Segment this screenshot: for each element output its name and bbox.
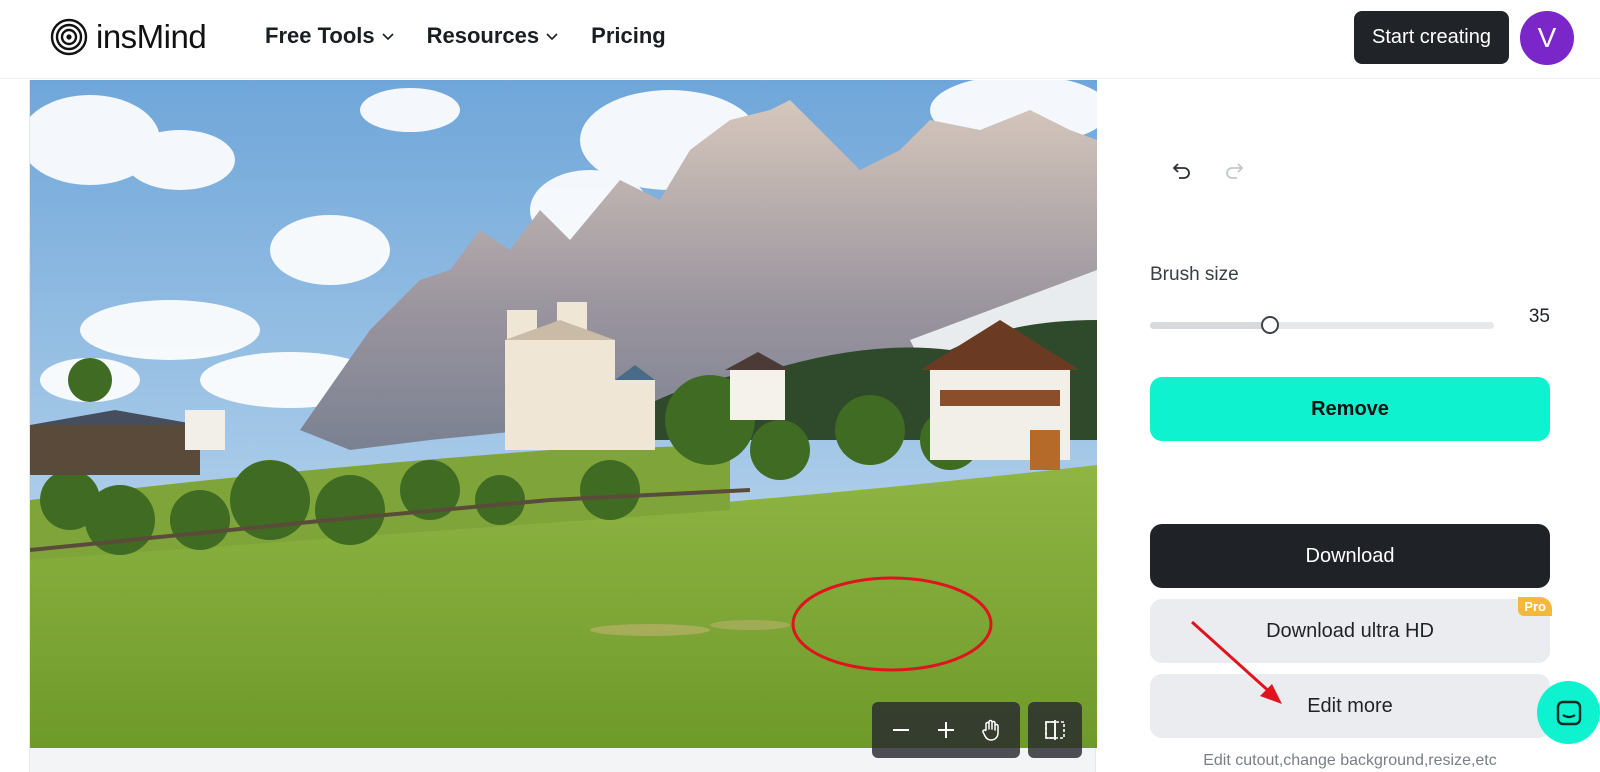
zoom-in-button[interactable] [926, 710, 966, 750]
compare-icon [1045, 720, 1065, 740]
zoom-toolbar [872, 702, 1020, 758]
redo-button[interactable] [1216, 152, 1252, 188]
pan-button[interactable] [971, 710, 1011, 750]
undo-button[interactable] [1164, 152, 1200, 188]
chat-button[interactable] [1537, 681, 1600, 744]
download-button[interactable]: Download [1150, 524, 1550, 588]
start-creating-button[interactable]: Start creating [1354, 11, 1509, 64]
nav-resources-label: Resources [426, 23, 540, 48]
brand-logo[interactable]: insMind [50, 18, 207, 56]
remove-button[interactable]: Remove [1150, 377, 1550, 441]
editor-canvas [29, 80, 1097, 772]
nav-pricing[interactable]: Pricing [591, 23, 666, 49]
nav-pricing-label: Pricing [591, 23, 666, 48]
nav-free-tools-label: Free Tools [265, 23, 375, 48]
main-nav: Free Tools Resources Pricing [265, 20, 698, 52]
slider-fill [1150, 322, 1270, 329]
photo-illustration [30, 80, 1097, 748]
plus-icon [937, 722, 954, 738]
compare-button[interactable] [1035, 710, 1075, 750]
landscape-photo[interactable] [30, 80, 1097, 748]
undo-icon [1172, 163, 1190, 179]
compare-toolbar [1028, 702, 1082, 758]
chevron-down-icon [546, 33, 558, 41]
history-controls [1164, 152, 1268, 188]
user-avatar[interactable]: V [1520, 11, 1574, 65]
chevron-down-icon [382, 33, 394, 41]
pro-badge: Pro [1518, 597, 1552, 616]
edit-more-hint: Edit cutout,change background,resize,etc [1203, 752, 1497, 769]
slider-thumb[interactable] [1261, 316, 1279, 334]
zoom-out-button[interactable] [881, 710, 921, 750]
brush-size-slider[interactable] [1150, 313, 1494, 337]
nav-resources[interactable]: Resources [427, 23, 560, 49]
nav-free-tools[interactable]: Free Tools [265, 23, 395, 49]
hand-icon [982, 719, 1000, 741]
annotation-arrow [1190, 620, 1282, 704]
brush-size-label: Brush size [1150, 264, 1239, 285]
top-header: insMind Free Tools Resources Pricing Sta… [0, 0, 1600, 79]
logo-icon [50, 18, 88, 56]
redo-icon [1226, 163, 1244, 179]
minus-icon [892, 729, 909, 731]
chat-icon [1556, 700, 1581, 725]
brush-size-value: 35 [1528, 306, 1550, 327]
brand-name: insMind [96, 18, 207, 55]
